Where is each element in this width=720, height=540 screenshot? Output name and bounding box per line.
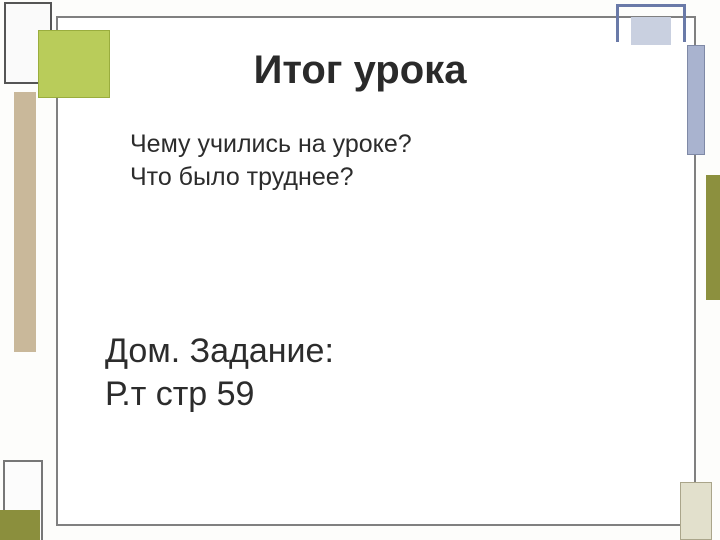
decor-left-tan-strip — [14, 92, 36, 352]
reflection-questions: Чему учились на уроке? Что было труднее? — [130, 128, 412, 193]
question-line-2: Что было труднее? — [130, 161, 412, 194]
decor-right-olive-strip — [706, 175, 720, 300]
decor-bottom-right-cream — [680, 482, 712, 540]
slide: Итог урока Чему учились на уроке? Что бы… — [0, 0, 720, 540]
decor-bottom-left-olive — [0, 510, 40, 540]
slide-title: Итог урока — [0, 48, 720, 93]
decor-top-right-blue — [616, 4, 686, 42]
homework-block: Дом. Задание: Р.т стр 59 — [105, 330, 334, 415]
question-line-1: Чему учились на уроке? — [130, 128, 412, 161]
homework-text: Р.т стр 59 — [105, 373, 334, 416]
homework-label: Дом. Задание: — [105, 330, 334, 373]
